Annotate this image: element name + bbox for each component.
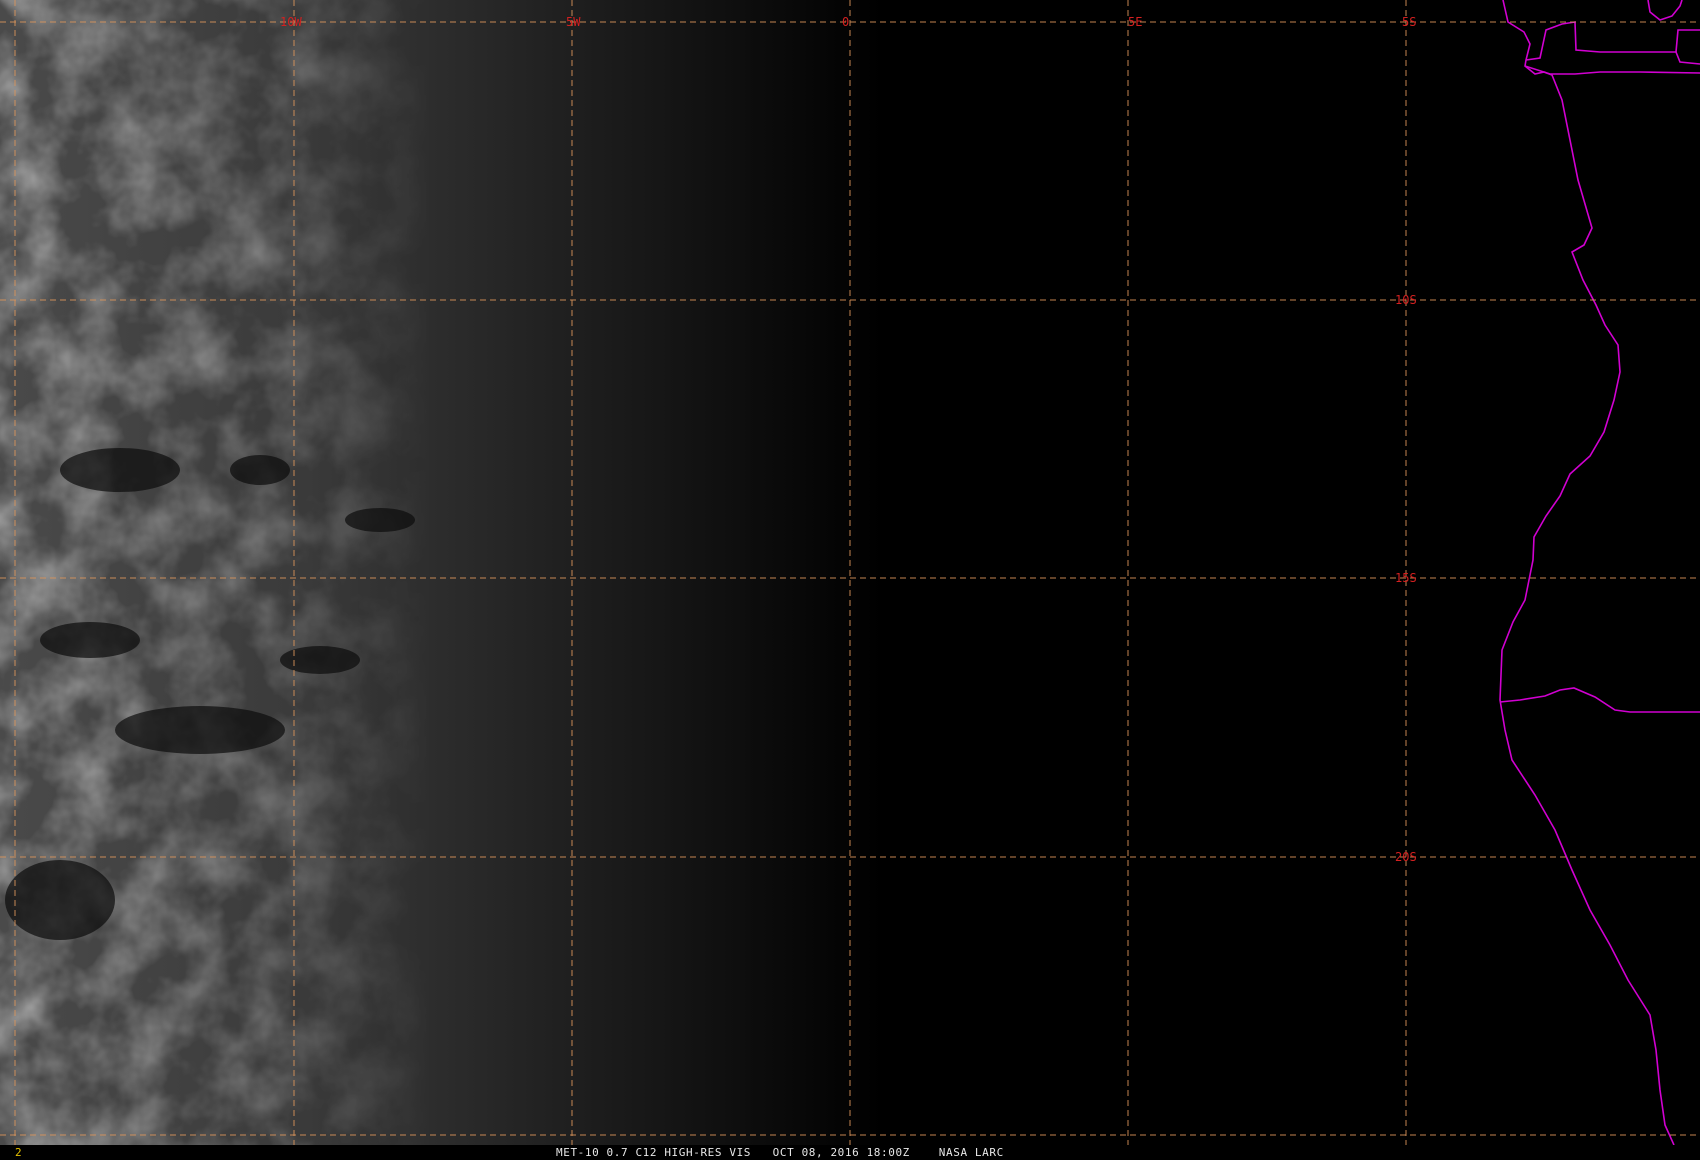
cloud-field: [0, 0, 860, 1145]
satellite-image-viewer: 10W 5W 0 5E 5S 10S 15S 20S 2 MET-10 0.7 …: [0, 0, 1700, 1160]
lon-label-0: 0: [842, 15, 849, 29]
lon-label-5e: 5E: [1128, 15, 1142, 29]
lat-label-20s: 20S: [1395, 850, 1417, 864]
frame-number: 2: [15, 1146, 22, 1159]
lat-label-10s: 10S: [1395, 293, 1417, 307]
lat-label-15s: 15S: [1395, 571, 1417, 585]
image-caption: MET-10 0.7 C12 HIGH-RES VIS OCT 08, 2016…: [556, 1146, 1004, 1159]
lon-label-10w: 10W: [280, 15, 302, 29]
lon-label-5w: 5W: [566, 15, 581, 29]
lat-label-5s: 5S: [1402, 15, 1416, 29]
satellite-map: 10W 5W 0 5E 5S 10S 15S 20S: [0, 0, 1700, 1145]
caption-bar: 2 MET-10 0.7 C12 HIGH-RES VIS OCT 08, 20…: [0, 1145, 1700, 1160]
